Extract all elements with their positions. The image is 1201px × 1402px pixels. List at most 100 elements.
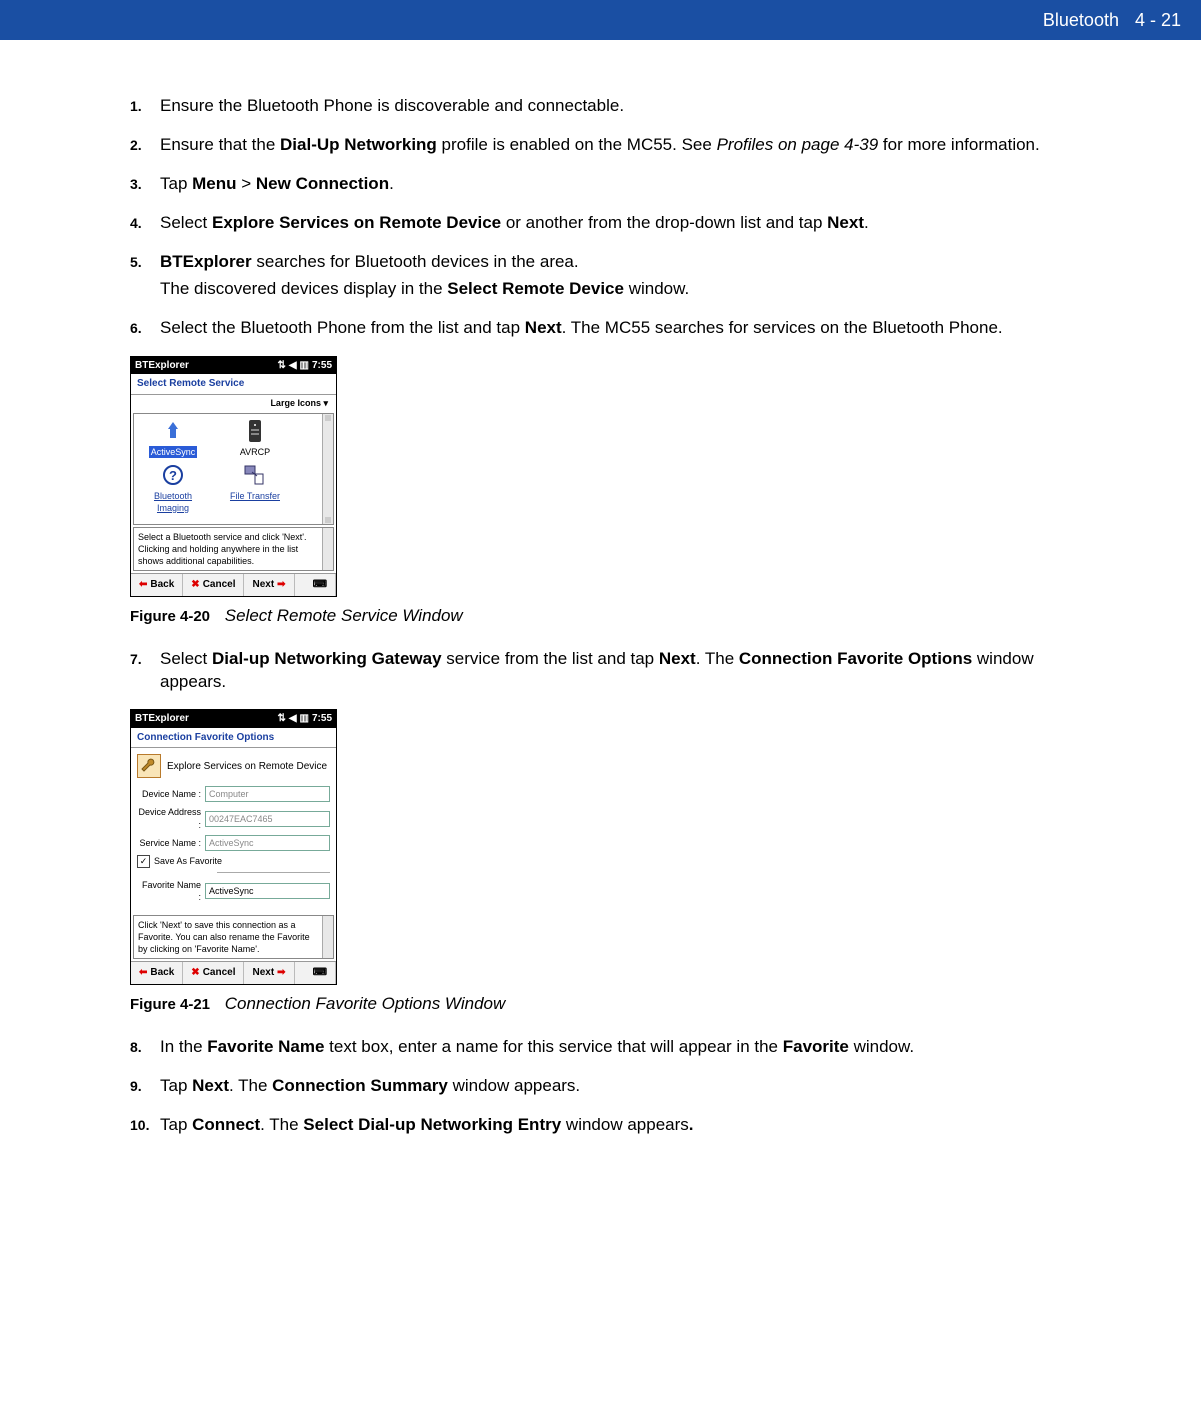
step-text: Ensure that the (160, 135, 280, 154)
step-text: > (237, 174, 256, 193)
view-selector[interactable]: Large Icons ▾ (131, 395, 336, 411)
save-favorite-checkbox[interactable]: ✓ Save As Favorite (137, 855, 330, 868)
service-item-file-transfer[interactable]: File Transfer (220, 462, 290, 514)
step-bold: . (689, 1115, 694, 1134)
button-label: Cancel (203, 578, 236, 592)
step-4: 4. Select Explore Services on Remote Dev… (130, 212, 1071, 235)
step-text: service from the list and tap (442, 649, 659, 668)
step-text: . The (260, 1115, 303, 1134)
device-address-input[interactable] (205, 811, 330, 827)
hint-text: Click 'Next' to save this connection as … (138, 920, 310, 954)
view-selector-label: Large Icons (270, 398, 321, 408)
field-label: Favorite Name : (137, 879, 201, 903)
scrollbar[interactable] (322, 916, 333, 958)
step-text: . The (696, 649, 739, 668)
step-italic: Profiles on page 4-39 (717, 135, 879, 154)
step-text: Select (160, 649, 212, 668)
step-text: profile is enabled on the MC55. See (437, 135, 717, 154)
next-button[interactable]: Next➡ (244, 574, 294, 596)
figure-text: Connection Favorite Options Window (225, 994, 505, 1013)
device-status-icons: ⇅ ◀ ▥ 7:55 (277, 359, 332, 373)
header-chapter: Bluetooth (1043, 10, 1119, 31)
step-3: 3. Tap Menu > New Connection. (130, 173, 1071, 196)
keyboard-button[interactable]: ⌨ (305, 574, 336, 596)
step-bold: Favorite (783, 1037, 849, 1056)
figure-4-20-caption: Figure 4-20 Select Remote Service Window (130, 605, 1071, 628)
back-button[interactable]: ⬅Back (131, 574, 183, 596)
file-transfer-icon (242, 462, 268, 488)
svg-text:?: ? (169, 468, 177, 483)
arrow-left-icon: ⬅ (139, 966, 147, 980)
step-bold: Select Remote Device (447, 279, 624, 298)
step-2: 2. Ensure that the Dial-Up Networking pr… (130, 134, 1071, 157)
device-address-field: Device Address : (137, 806, 330, 830)
next-button[interactable]: Next➡ (244, 962, 294, 984)
help-icon: ? (160, 462, 186, 488)
remote-icon (242, 418, 268, 444)
service-item-bluetooth-imaging[interactable]: ? Bluetooth Imaging (138, 462, 208, 514)
signal-icon: ⇅ (277, 712, 285, 726)
service-label: AVRCP (240, 447, 270, 457)
step-1: 1. Ensure the Bluetooth Phone is discove… (130, 95, 1071, 118)
favorite-form: Explore Services on Remote Device Device… (131, 748, 336, 913)
step-number: 10. (130, 1116, 149, 1135)
service-list[interactable]: ActiveSync AVRCP ? Bluetooth Imaging Fil… (133, 413, 334, 525)
button-label: Back (150, 966, 174, 980)
step-text: In the (160, 1037, 207, 1056)
step-9: 9. Tap Next. The Connection Summary wind… (130, 1075, 1071, 1098)
page-header: Bluetooth 4 - 21 (0, 0, 1201, 40)
step-text: window appears (561, 1115, 689, 1134)
service-label: Bluetooth Imaging (154, 491, 192, 513)
device-titlebar: BTExplorer ⇅ ◀ ▥ 7:55 (131, 710, 336, 728)
hint-text: Select a Bluetooth service and click 'Ne… (138, 532, 307, 566)
step-bold: Next (659, 649, 696, 668)
field-label: Device Address : (137, 806, 201, 830)
step-text: window appears. (448, 1076, 580, 1095)
device-name-field: Device Name : (137, 786, 330, 802)
step-10: 10. Tap Connect. The Select Dial-up Netw… (130, 1114, 1071, 1137)
arrow-right-icon: ➡ (277, 578, 285, 592)
arrow-right-icon: ➡ (277, 966, 285, 980)
service-name-field: Service Name : (137, 835, 330, 851)
step-bold: Next (827, 213, 864, 232)
step-number: 8. (130, 1038, 142, 1057)
service-name-input[interactable] (205, 835, 330, 851)
cancel-button[interactable]: ✖Cancel (183, 962, 244, 984)
step-text: Select the Bluetooth Phone from the list… (160, 318, 525, 337)
service-item-avrcp[interactable]: AVRCP (220, 418, 290, 458)
keyboard-icon: ⌨ (313, 578, 327, 592)
step-text: Tap (160, 1076, 192, 1095)
service-label: ActiveSync (149, 446, 198, 458)
step-bold: Next (525, 318, 562, 337)
step-subtext: The discovered devices display in the Se… (160, 278, 1071, 301)
cancel-button[interactable]: ✖Cancel (183, 574, 244, 596)
scrollbar[interactable] (322, 414, 333, 524)
volume-icon: ◀ (289, 712, 297, 726)
figure-text: Select Remote Service Window (225, 606, 463, 625)
step-number: 4. (130, 214, 142, 233)
step-bold: Menu (192, 174, 236, 193)
button-label: Next (252, 578, 274, 592)
step-8: 8. In the Favorite Name text box, enter … (130, 1036, 1071, 1059)
device-bottom-bar: ⬅Back ✖Cancel Next➡ ⌨ (131, 961, 336, 984)
device-clock: 7:55 (312, 712, 332, 726)
step-text: Select (160, 213, 212, 232)
device-subtitle: Select Remote Service (131, 374, 336, 395)
action-label: Explore Services on Remote Device (167, 760, 327, 774)
keyboard-button[interactable]: ⌨ (305, 962, 336, 984)
dropdown-icon: ▾ (323, 398, 328, 408)
step-bold: Select Dial-up Networking Entry (303, 1115, 561, 1134)
step-text: The discovered devices display in the (160, 279, 447, 298)
service-item-activesync[interactable]: ActiveSync (138, 418, 208, 458)
scrollbar[interactable] (322, 528, 333, 570)
step-bold: Favorite Name (207, 1037, 324, 1056)
back-button[interactable]: ⬅Back (131, 962, 183, 984)
step-text: . The (229, 1076, 272, 1095)
favorite-name-input[interactable] (205, 883, 330, 899)
figure-4-21-device: BTExplorer ⇅ ◀ ▥ 7:55 Connection Favorit… (130, 709, 337, 984)
step-number: 9. (130, 1077, 142, 1096)
step-text: . The MC55 searches for services on the … (562, 318, 1003, 337)
battery-icon: ▥ (300, 359, 309, 373)
device-name-input[interactable] (205, 786, 330, 802)
page-content: 1. Ensure the Bluetooth Phone is discove… (0, 40, 1201, 1193)
